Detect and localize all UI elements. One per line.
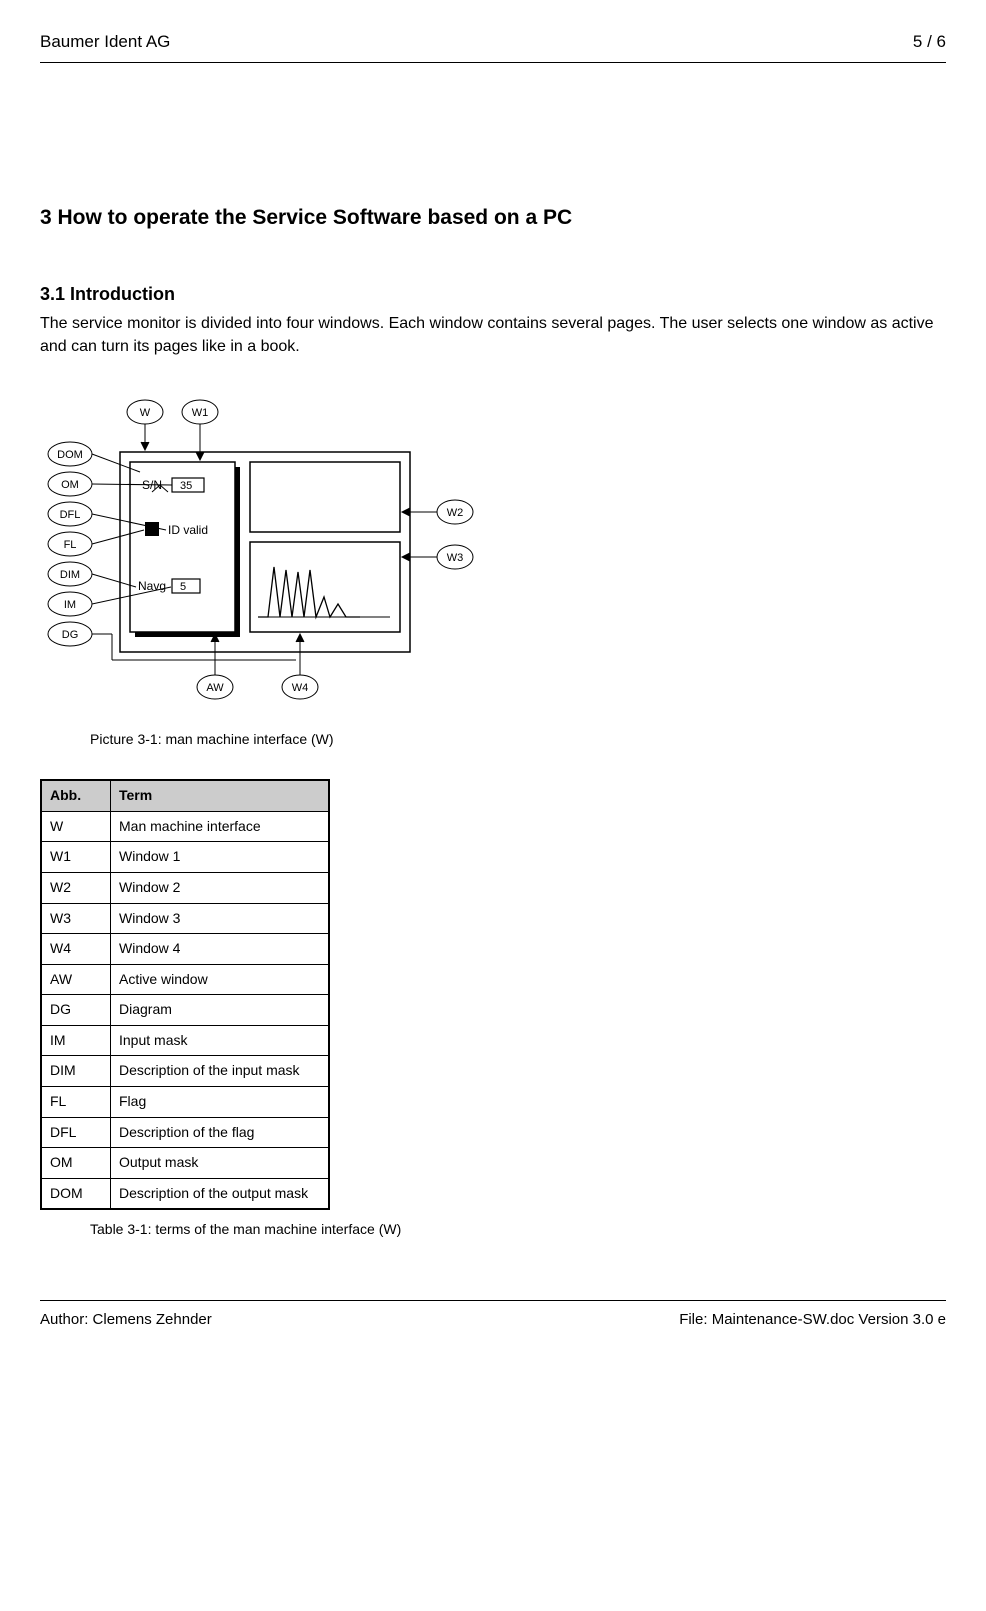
table-row: DIMDescription of the input mask (41, 1056, 329, 1087)
cell-abb: IM (41, 1025, 111, 1056)
cell-abb: DOM (41, 1178, 111, 1209)
cell-abb: AW (41, 964, 111, 995)
table-row: W1Window 1 (41, 842, 329, 873)
table-row: W4Window 4 (41, 934, 329, 965)
cell-term: Man machine interface (111, 811, 330, 842)
svg-text:W1: W1 (192, 407, 209, 419)
table-row: DGDiagram (41, 995, 329, 1026)
page-footer: Author: Clemens Zehnder File: Maintenanc… (40, 1300, 946, 1330)
cell-abb: W4 (41, 934, 111, 965)
cell-term: Flag (111, 1087, 330, 1118)
cell-abb: DFL (41, 1117, 111, 1148)
cell-term: Diagram (111, 995, 330, 1026)
section-heading: 3 How to operate the Service Software ba… (40, 203, 946, 232)
cell-abb: DIM (41, 1056, 111, 1087)
cell-term: Window 2 (111, 872, 330, 903)
footer-author: Author: Clemens Zehnder (40, 1309, 212, 1330)
table-row: OMOutput mask (41, 1148, 329, 1179)
cell-term: Window 3 (111, 903, 330, 934)
header-company: Baumer Ident AG (40, 30, 170, 54)
cell-term: Input mask (111, 1025, 330, 1056)
footer-rule (40, 1300, 946, 1301)
svg-text:W3: W3 (447, 552, 464, 564)
svg-text:W4: W4 (292, 682, 309, 694)
header-page-number: 5 / 6 (913, 30, 946, 54)
intro-paragraph: The service monitor is divided into four… (40, 313, 946, 358)
value-sn: 35 (180, 480, 192, 492)
svg-text:IM: IM (64, 599, 76, 611)
cell-abb: W1 (41, 842, 111, 873)
table-row: AWActive window (41, 964, 329, 995)
label-id-valid: ID valid (168, 523, 208, 537)
cell-term: Active window (111, 964, 330, 995)
cell-term: Output mask (111, 1148, 330, 1179)
table-row: FLFlag (41, 1087, 329, 1118)
table-caption: Table 3-1: terms of the man machine inte… (90, 1220, 946, 1240)
svg-text:DIM: DIM (60, 569, 80, 581)
svg-text:W2: W2 (447, 507, 464, 519)
cell-term: Window 1 (111, 842, 330, 873)
svg-text:DFL: DFL (60, 509, 81, 521)
table-row: W2Window 2 (41, 872, 329, 903)
page-header: Baumer Ident AG 5 / 6 (40, 30, 946, 54)
cell-abb: OM (41, 1148, 111, 1179)
cell-abb: DG (41, 995, 111, 1026)
figure-caption: Picture 3-1: man machine interface (W) (90, 730, 946, 750)
cell-term: Description of the input mask (111, 1056, 330, 1087)
svg-text:W: W (140, 407, 151, 419)
cell-abb: W2 (41, 872, 111, 903)
table-row: IMInput mask (41, 1025, 329, 1056)
terms-table: Abb. Term WMan machine interfaceW1Window… (40, 779, 330, 1210)
svg-text:OM: OM (61, 479, 79, 491)
table-row: WMan machine interface (41, 811, 329, 842)
cell-abb: W (41, 811, 111, 842)
cell-term: Description of the flag (111, 1117, 330, 1148)
subsection-heading: 3.1 Introduction (40, 282, 946, 307)
table-header-abb: Abb. (41, 780, 111, 811)
cell-abb: W3 (41, 903, 111, 934)
cell-abb: FL (41, 1087, 111, 1118)
figure-man-machine-interface: S/N 35 ID valid Navg 5 DOM OM DFL FL DIM… (40, 382, 946, 719)
table-header-term: Term (111, 780, 330, 811)
diagram-svg: S/N 35 ID valid Navg 5 DOM OM DFL FL DIM… (40, 382, 480, 712)
table-row: W3Window 3 (41, 903, 329, 934)
left-bubbles: DOM OM DFL FL DIM IM DG (48, 442, 92, 646)
footer-file: File: Maintenance-SW.doc Version 3.0 e (679, 1309, 946, 1330)
value-navg: 5 (180, 581, 186, 593)
header-rule (40, 62, 946, 63)
svg-text:FL: FL (64, 539, 77, 551)
svg-text:DOM: DOM (57, 449, 83, 461)
cell-term: Description of the output mask (111, 1178, 330, 1209)
table-row: DOMDescription of the output mask (41, 1178, 329, 1209)
cell-term: Window 4 (111, 934, 330, 965)
svg-text:AW: AW (206, 682, 224, 694)
table-row: DFLDescription of the flag (41, 1117, 329, 1148)
svg-text:DG: DG (62, 629, 79, 641)
